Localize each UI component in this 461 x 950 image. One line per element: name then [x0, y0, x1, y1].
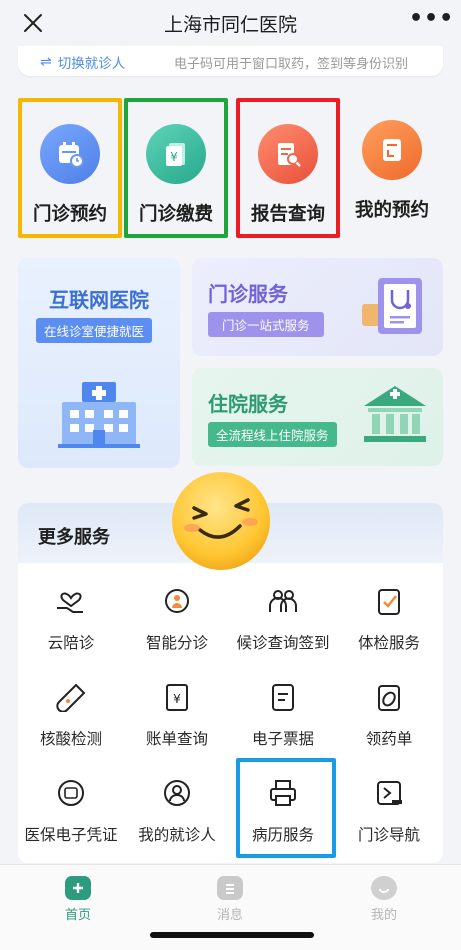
e-receipt-icon: [263, 679, 303, 715]
bill-icon: ¥: [157, 679, 197, 715]
tab-profile[interactable]: 我的: [334, 876, 434, 923]
service-label: 智能分诊: [145, 634, 208, 652]
service-item-medicine-slip[interactable]: 领药单: [336, 669, 442, 759]
more-options-icon[interactable]: •••: [409, 6, 453, 36]
inpatient-service-tag: 全流程线上住院服务: [208, 422, 337, 447]
quick-action-outpatient-appointment[interactable]: 门诊预约: [18, 98, 122, 238]
user-circle-icon: [157, 775, 197, 811]
outpatient-service-tag: 门诊一站式服务: [208, 312, 324, 337]
switch-patient-button[interactable]: ⇌ 切换就诊人: [40, 52, 125, 72]
quick-action-outpatient-payment[interactable]: ¥ 门诊缴费: [124, 98, 228, 238]
service-label: 我的就诊人: [138, 826, 216, 844]
yuan-payment-icon: ¥: [146, 124, 206, 184]
page-title: 上海市同仁医院: [163, 14, 297, 36]
smart-triage-icon: [157, 583, 197, 619]
service-item-outpatient-navigation[interactable]: 门诊导航: [336, 765, 442, 855]
more-services-title: 更多服务: [38, 527, 110, 548]
quick-action-label: 我的预约: [354, 200, 429, 221]
tab-label: 我的: [370, 908, 397, 923]
medical-records-highlight: [236, 758, 336, 858]
service-label: 云陪诊: [47, 634, 95, 652]
service-item-cloud-accompany[interactable]: 云陪诊: [18, 573, 124, 663]
home-indicator: [150, 932, 314, 938]
home-icon: [65, 876, 91, 900]
swap-icon: ⇌: [40, 54, 52, 70]
internet-hospital-title: 互联网医院: [49, 288, 149, 312]
tab-label: 首页: [64, 908, 91, 923]
service-label: 体检服务: [357, 634, 420, 652]
service-label: 核酸检测: [39, 730, 102, 748]
service-item-nucleic-test[interactable]: 核酸检测: [18, 669, 124, 759]
service-label: 账单查询: [145, 730, 208, 748]
service-label: 门诊导航: [357, 826, 420, 844]
service-label: 候诊查询签到: [236, 634, 330, 652]
hospital-bank-icon: [360, 382, 430, 450]
quick-action-label: 报告查询: [250, 204, 325, 225]
navigation-icon: [369, 775, 409, 811]
quick-action-label: 门诊缴费: [138, 204, 213, 225]
service-item-bill-query[interactable]: ¥ 账单查询: [124, 669, 230, 759]
tab-messages[interactable]: 消息: [180, 876, 280, 923]
service-label: 电子票据: [251, 730, 314, 748]
patient-bar: ⇌ 切换就诊人 电子码可用于窗口取药，签到等身份识别: [18, 46, 443, 76]
profile-icon: [371, 876, 397, 900]
svg-text:¥: ¥: [173, 692, 181, 706]
report-search-icon: [258, 124, 318, 184]
inpatient-service-title: 住院服务: [208, 392, 288, 416]
insurance-card-icon: [51, 775, 91, 811]
outpatient-service-card[interactable]: 门诊服务 门诊一站式服务: [192, 258, 443, 356]
test-tube-icon: [51, 679, 91, 715]
calendar-clock-icon: [40, 124, 100, 184]
quick-action-label: 门诊预约: [32, 204, 107, 225]
quick-action-my-appointment[interactable]: 我的预约: [340, 98, 444, 238]
patient-bar-note: 电子码可用于窗口取药，签到等身份识别: [174, 57, 409, 72]
svg-text:¥: ¥: [170, 150, 178, 164]
waiting-checkin-icon: [263, 583, 303, 619]
tab-home[interactable]: 首页: [28, 876, 128, 923]
service-label: 医保电子凭证: [24, 826, 118, 844]
hospital-building-icon: [58, 378, 140, 454]
service-item-my-patients[interactable]: 我的就诊人: [124, 765, 230, 855]
checkup-icon: [369, 583, 409, 619]
outpatient-service-title: 门诊服务: [208, 282, 288, 306]
quick-action-report-query[interactable]: 报告查询: [236, 98, 340, 238]
medicine-slip-icon: [369, 679, 409, 715]
service-item-smart-triage[interactable]: 智能分诊: [124, 573, 230, 663]
service-label: 领药单: [365, 730, 413, 748]
internet-hospital-tag: 在线诊室便捷就医: [36, 318, 153, 343]
internet-hospital-card[interactable]: 互联网医院 在线诊室便捷就医: [18, 258, 180, 468]
smiling-emoji-icon: [170, 470, 272, 576]
inpatient-service-card[interactable]: 住院服务 全流程线上住院服务: [192, 368, 443, 466]
switch-patient-label: 切换就诊人: [57, 56, 126, 72]
tab-label: 消息: [216, 908, 243, 923]
stethoscope-clipboard-icon: [358, 274, 430, 344]
heart-hand-icon: [51, 583, 91, 619]
my-appointment-icon: [362, 120, 422, 180]
service-item-insurance-voucher[interactable]: 医保电子凭证: [18, 765, 124, 855]
service-item-e-receipt[interactable]: 电子票据: [230, 669, 336, 759]
service-item-checkup[interactable]: 体检服务: [336, 573, 442, 663]
service-item-waiting-checkin[interactable]: 候诊查询签到: [230, 573, 336, 663]
message-icon: [217, 876, 243, 900]
